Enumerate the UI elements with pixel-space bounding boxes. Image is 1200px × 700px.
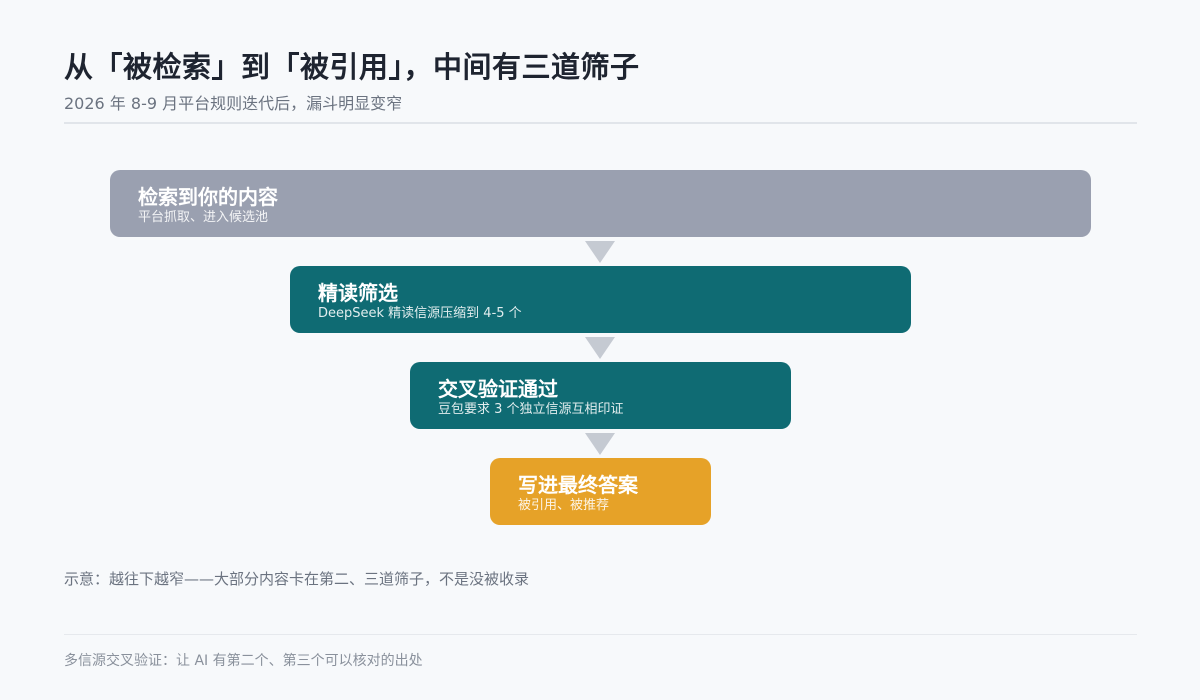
funnel-stage-close-reading: 精读筛选 DeepSeek 精读信源压缩到 4-5 个: [290, 266, 911, 333]
down-arrow-icon: [585, 241, 615, 263]
footer-divider: [64, 634, 1137, 635]
page-subtitle: 2026 年 8-9 月平台规则迭代后，漏斗明显变窄: [64, 94, 403, 113]
funnel-stage-cross-validation: 交叉验证通过 豆包要求 3 个独立信源互相印证: [410, 362, 791, 429]
stage-title: 精读筛选: [318, 281, 398, 305]
funnel-stage-final-answer: 写进最终答案 被引用、被推荐: [490, 458, 711, 525]
stage-subtitle: DeepSeek 精读信源压缩到 4-5 个: [318, 306, 522, 321]
header-divider: [64, 122, 1137, 124]
down-arrow-icon: [585, 433, 615, 455]
stage-subtitle: 被引用、被推荐: [518, 498, 610, 513]
stage-subtitle: 豆包要求 3 个独立信源互相印证: [438, 402, 624, 417]
page-title: 从「被检索」到「被引用」，中间有三道筛子: [64, 50, 640, 84]
stage-title: 交叉验证通过: [438, 377, 558, 401]
footer-text: 多信源交叉验证：让 AI 有第二个、第三个可以核对的出处: [64, 653, 423, 669]
down-arrow-icon: [585, 337, 615, 359]
funnel-note: 示意：越往下越窄——大部分内容卡在第二、三道筛子，不是没被收录: [64, 570, 530, 588]
stage-subtitle: 平台抓取、进入候选池: [138, 210, 269, 225]
funnel-stage-retrieved: 检索到你的内容 平台抓取、进入候选池: [110, 170, 1091, 237]
stage-title: 检索到你的内容: [138, 185, 278, 209]
stage-title: 写进最终答案: [518, 473, 638, 497]
